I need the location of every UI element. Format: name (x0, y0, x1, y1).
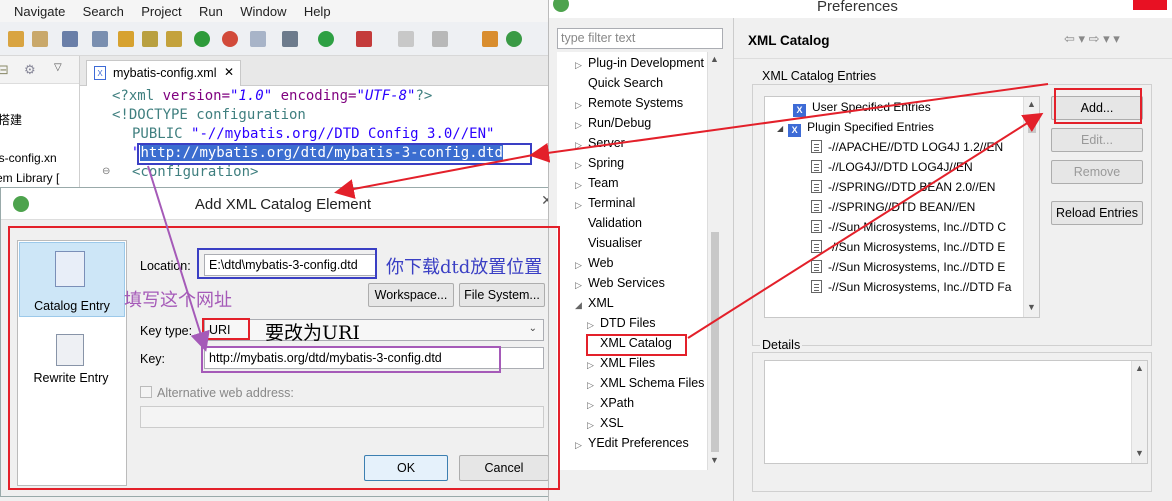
annotation-arrows (147, 83, 1049, 352)
arrow-url-to-key (147, 165, 210, 352)
arrow-url-to-dialog (334, 154, 534, 199)
arrow-add-to-url (529, 83, 1049, 163)
arrow-catalog-to-add (687, 112, 1044, 339)
